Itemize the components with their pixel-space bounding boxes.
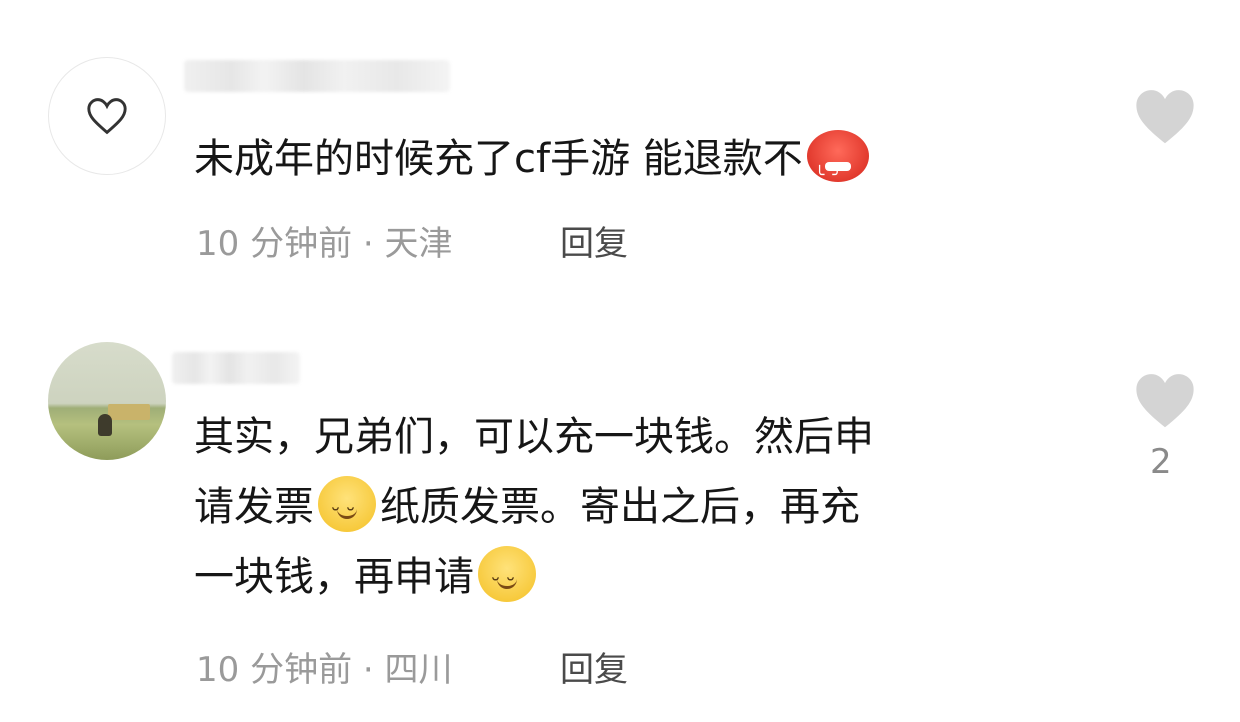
avatar-figure [98,414,112,436]
comment-text: 未成年的时候充了cf手游 能退款不 [194,124,1074,210]
comment-location: 天津 [384,224,453,264]
like-count: 2 [1150,442,1172,482]
comment-line-3: 一块钱，再申请 [194,554,474,600]
smiling-face-icon [478,546,536,624]
comment-line-2a: 请发票 [194,484,314,530]
avatar[interactable] [48,342,166,460]
comment-text-content: 未成年的时候充了cf手游 能退款不 [194,136,803,182]
like-heart-icon[interactable] [1132,370,1198,430]
smiling-face-icon [318,476,376,554]
reply-button[interactable]: 回复 [560,642,628,691]
comment-item: 未成年的时候充了cf手游 能退款不 10 分钟前 · 天津 回复 [0,0,1240,300]
heart-outline-icon [87,98,127,135]
comment-line-2b: 纸质发票。寄出之后，再充 [380,484,860,530]
comment-meta: 10 分钟前 · 四川 [196,642,453,691]
comment-line-1: 其实，兄弟们，可以充一块钱。然后申 [194,414,874,460]
meta-separator: · [362,650,374,690]
meta-separator: · [362,224,374,264]
angry-face-icon [806,130,869,210]
comment-text: 其实，兄弟们，可以充一块钱。然后申 请发票 纸质发票。寄出之后，再充 一块钱，再申… [194,402,1074,624]
comment-time: 10 分钟前 [196,650,353,690]
avatar-bench [108,404,150,420]
username-blurred[interactable] [172,352,300,384]
username-blurred[interactable] [184,60,450,92]
like-heart-icon[interactable] [1132,86,1198,146]
comment-time: 10 分钟前 [196,224,353,264]
comment-meta: 10 分钟前 · 天津 [196,216,453,265]
comment-item: 其实，兄弟们，可以充一块钱。然后申 请发票 纸质发票。寄出之后，再充 一块钱，再申… [0,330,1240,722]
reply-button[interactable]: 回复 [560,216,628,265]
avatar[interactable] [48,57,166,175]
comment-location: 四川 [384,650,453,690]
